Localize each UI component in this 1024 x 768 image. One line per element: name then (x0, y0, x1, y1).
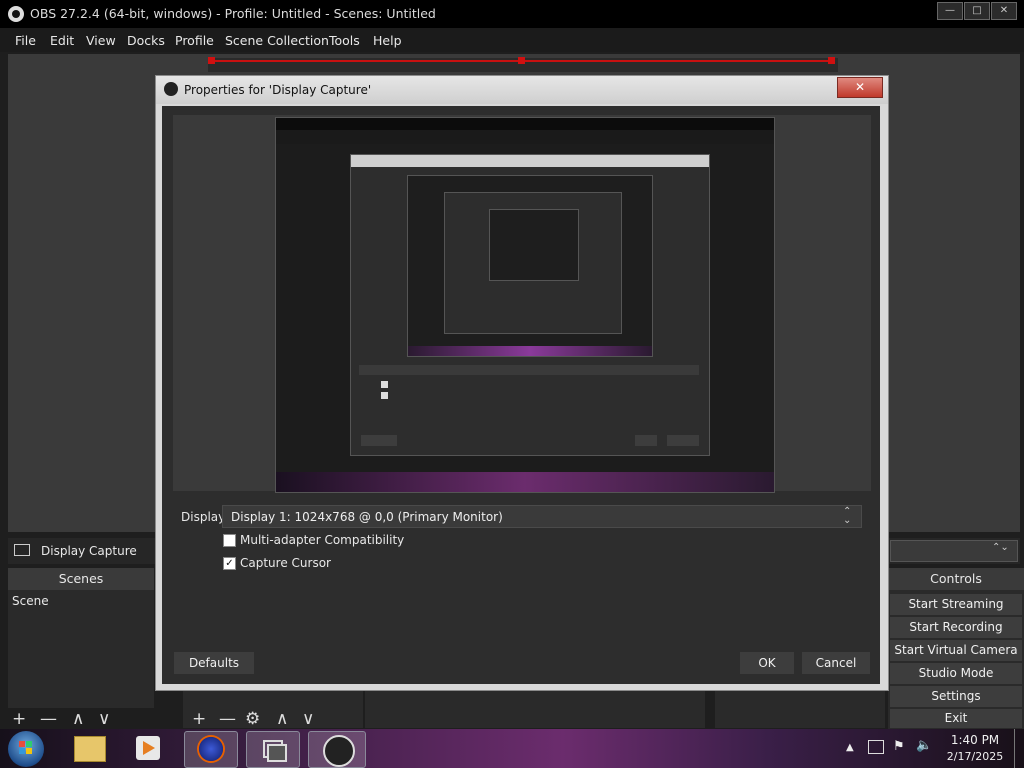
dialog-body: Display Display 1: 1024x768 @ 0,0 (Prima… (162, 106, 880, 684)
media-player-taskbar-icon[interactable] (122, 731, 174, 766)
menu-edit[interactable]: Edit (50, 33, 74, 48)
selection-handle[interactable] (828, 57, 835, 64)
settings-button[interactable]: Settings (890, 686, 1022, 707)
obs-logo-icon (8, 6, 24, 22)
nested-title-bar (276, 118, 774, 130)
capture-cursor-label: Capture Cursor (240, 556, 331, 570)
scenes-dock: Scenes Scene (8, 568, 154, 708)
menu-help[interactable]: Help (373, 33, 402, 48)
scenes-header: Scenes (8, 568, 154, 590)
show-hidden-icons-icon[interactable]: ▲ (846, 742, 854, 753)
start-virtual-camera-button[interactable]: Start Virtual Camera (890, 640, 1022, 661)
nested-ok-button (635, 435, 657, 446)
close-button[interactable]: ✕ (991, 2, 1017, 20)
exit-button[interactable]: Exit (890, 709, 1022, 728)
properties-dialog: Properties for 'Display Capture' ✕ Displ… (155, 75, 889, 691)
controls-header: Controls (888, 568, 1024, 590)
nested-defaults-button (361, 435, 397, 446)
move-source-up-button[interactable]: ∧ (276, 709, 288, 729)
volume-muted-icon[interactable]: 🔈 (916, 738, 932, 753)
menu-bar: File Edit View Docks Profile Scene Colle… (0, 28, 1024, 52)
move-scene-down-button[interactable]: ∨ (98, 709, 110, 729)
nested-menu-bar (276, 130, 774, 144)
scene-item[interactable]: Scene (12, 594, 49, 608)
nested-main-taskbar (276, 472, 774, 492)
dialog-preview (173, 115, 871, 493)
monitor-icon (14, 544, 30, 556)
nested-checkbox (381, 381, 388, 388)
clock-date[interactable]: 2/17/2025 (942, 750, 1008, 763)
nested-taskbar (408, 346, 652, 356)
selection-handle[interactable] (518, 57, 525, 64)
menu-view[interactable]: View (86, 33, 116, 48)
nested-capture-inner-2 (444, 192, 622, 334)
dialog-close-button[interactable]: ✕ (837, 77, 883, 98)
menu-tools[interactable]: Tools (329, 33, 360, 48)
show-desktop-button[interactable] (1014, 729, 1024, 768)
nested-capture-inner-3 (489, 209, 579, 281)
select-spinner-icon: ⌃ ⌄ (843, 506, 852, 526)
remove-source-button[interactable]: — (219, 709, 236, 729)
start-button-icon[interactable] (8, 731, 44, 767)
add-source-button[interactable]: + (192, 709, 206, 729)
studio-mode-button[interactable]: Studio Mode (890, 663, 1022, 684)
display-select[interactable]: Display 1: 1024x768 @ 0,0 (Primary Monit… (222, 505, 862, 528)
add-scene-button[interactable]: + (12, 709, 26, 729)
transitions-dock (715, 690, 885, 728)
display-label: Display (181, 510, 226, 524)
window-title: OBS 27.2.4 (64-bit, windows) - Profile: … (30, 6, 436, 21)
nested-checkbox (381, 392, 388, 399)
nested-capture-inner (407, 175, 653, 357)
display-select-value: Display 1: 1024x768 @ 0,0 (Primary Monit… (231, 510, 503, 524)
remove-scene-button[interactable]: — (40, 709, 57, 729)
sources-dock (183, 690, 363, 728)
menu-docks[interactable]: Docks (127, 33, 165, 48)
start-streaming-button[interactable]: Start Streaming (890, 594, 1022, 615)
dialog-title: Properties for 'Display Capture' (184, 83, 372, 97)
clock-time[interactable]: 1:40 PM (950, 733, 1000, 747)
selection-handle[interactable] (208, 57, 215, 64)
nested-cancel-button (667, 435, 699, 446)
capture-cursor-checkbox[interactable]: ✓ (223, 557, 236, 570)
firefox-taskbar-icon[interactable] (184, 731, 238, 768)
dialog-title-bar: Properties for 'Display Capture' ✕ (156, 76, 888, 104)
audio-mixer-dock (365, 690, 705, 728)
source-name-label: Display Capture (41, 544, 137, 558)
ok-button[interactable]: OK (740, 652, 794, 674)
defaults-button[interactable]: Defaults (174, 652, 254, 674)
source-properties-gear-icon[interactable]: ⚙ (245, 709, 260, 729)
file-explorer-taskbar-icon[interactable] (64, 731, 116, 766)
multi-adapter-checkbox[interactable] (223, 534, 236, 547)
network-icon[interactable] (868, 740, 884, 754)
action-center-flag-icon[interactable]: ⚑ (893, 739, 905, 754)
maximize-button[interactable]: □ (964, 2, 990, 20)
spinner-icon: ⌃⌄ (992, 542, 1009, 553)
switch-windows-taskbar-icon[interactable] (246, 731, 300, 768)
minimize-button[interactable]: — (937, 2, 963, 20)
start-recording-button[interactable]: Start Recording (890, 617, 1022, 638)
obs-logo-icon (164, 82, 178, 96)
nested-dialog-title (351, 155, 709, 167)
menu-file[interactable]: File (15, 33, 36, 48)
menu-scene-collection[interactable]: Scene Collection (225, 33, 329, 48)
nested-dialog (350, 154, 710, 456)
multi-adapter-label: Multi-adapter Compatibility (240, 533, 405, 547)
cancel-button[interactable]: Cancel (802, 652, 870, 674)
recursive-capture-frame (275, 117, 775, 493)
nested-display-row (359, 365, 699, 375)
obs-taskbar-icon[interactable] (308, 731, 366, 768)
obs-title-bar: OBS 27.2.4 (64-bit, windows) - Profile: … (0, 0, 1024, 28)
menu-profile[interactable]: Profile (175, 33, 214, 48)
move-source-down-button[interactable]: ∨ (302, 709, 314, 729)
windows-taskbar: ▲ ⚑ 🔈 1:40 PM 2/17/2025 (0, 729, 1024, 768)
move-scene-up-button[interactable]: ∧ (72, 709, 84, 729)
